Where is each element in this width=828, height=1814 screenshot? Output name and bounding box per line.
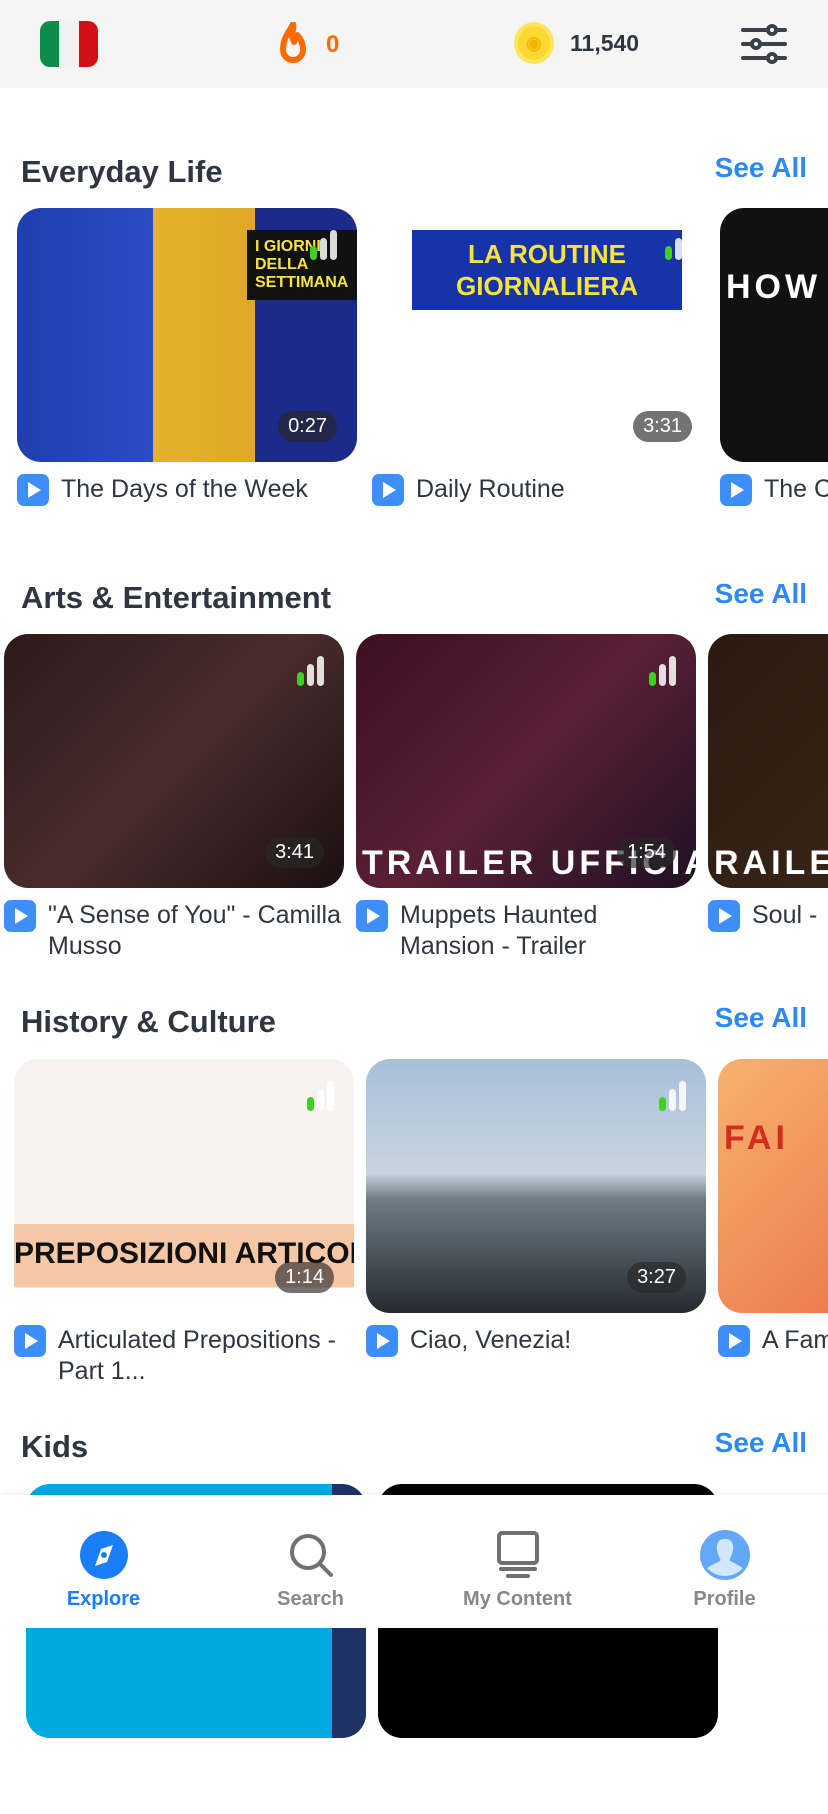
video-title[interactable]: The Days of the Week	[17, 474, 357, 506]
see-all-button[interactable]: See All	[715, 1427, 807, 1459]
settings-sliders-icon[interactable]	[740, 24, 788, 64]
thumbnail-text: LA ROUTINE GIORNALIERA	[412, 230, 682, 310]
nav-label: Profile	[693, 1588, 756, 1610]
thumbnail-text: HOW I IN	[726, 268, 828, 306]
video-card[interactable]: PREPOSIZIONI ARTICOLATE1:14 Articulated P…	[14, 1059, 354, 1387]
play-icon	[17, 474, 49, 506]
thumbnail-text: I GIORNI DELLA SETTIMANA	[247, 230, 357, 300]
nav-label: Search	[277, 1588, 344, 1610]
see-all-button[interactable]: See All	[715, 1002, 807, 1034]
coin-icon: ◉	[514, 22, 554, 64]
video-thumbnail[interactable]: I GIORNI DELLA SETTIMANA 0:27	[17, 208, 357, 462]
section-title: History & Culture	[21, 1004, 276, 1039]
carousel[interactable]: 3:41 "A Sense of You" - Camilla Musso TRAI…	[0, 634, 828, 964]
nav-label: Explore	[66, 1588, 141, 1610]
see-all-button[interactable]: See All	[715, 578, 807, 610]
bottom-nav: Explore Search My Content Profile	[0, 1495, 828, 1628]
nav-my-content[interactable]: My Content	[414, 1495, 621, 1628]
section-title: Arts & Entertainment	[21, 580, 332, 615]
profile-avatar-icon	[699, 1530, 750, 1580]
video-title[interactable]: Ciao, Venezia!	[366, 1325, 706, 1357]
thumbnail-text: RAILER	[714, 844, 828, 882]
carousel[interactable]: I GIORNI DELLA SETTIMANA 0:27 The Days of …	[0, 208, 828, 538]
play-icon	[356, 900, 388, 932]
difficulty-level-icon	[310, 230, 337, 260]
compass-icon	[79, 1530, 129, 1580]
video-thumbnail[interactable]: LA ROUTINE GIORNALIERA 3:31	[372, 208, 712, 462]
video-thumbnail[interactable]: FAI	[718, 1059, 828, 1313]
difficulty-level-icon	[659, 1081, 686, 1111]
video-duration: 1:54	[617, 837, 676, 868]
nav-search[interactable]: Search	[207, 1495, 414, 1628]
play-icon	[366, 1325, 398, 1357]
search-icon	[286, 1530, 336, 1580]
difficulty-level-icon	[297, 656, 324, 686]
video-title[interactable]: The C	[720, 474, 828, 506]
top-bar: 0 ◉ 11,540	[0, 0, 828, 88]
difficulty-level-icon	[307, 1081, 334, 1111]
play-icon	[720, 474, 752, 506]
video-card[interactable]: I GIORNI DELLA SETTIMANA 0:27 The Days of …	[17, 208, 357, 506]
video-title[interactable]: "A Sense of You" - Camilla Musso	[4, 900, 344, 962]
video-thumbnail[interactable]: RAILER	[708, 634, 828, 888]
video-title[interactable]: Daily Routine	[372, 474, 712, 506]
video-duration: 0:27	[278, 411, 337, 442]
video-card[interactable]: 3:27 Ciao, Venezia!	[366, 1059, 706, 1357]
play-icon	[718, 1325, 750, 1357]
video-title[interactable]: A Fam	[718, 1325, 828, 1357]
section-title: Everyday Life	[21, 154, 223, 189]
nav-explore[interactable]: Explore	[0, 1495, 207, 1628]
difficulty-level-icon	[649, 656, 676, 686]
flame-icon	[280, 22, 306, 63]
video-thumbnail[interactable]: HOW I IN	[720, 208, 828, 462]
italy-flag-icon[interactable]	[40, 21, 98, 67]
play-icon	[14, 1325, 46, 1357]
coin-balance[interactable]: ◉ 11,540	[514, 22, 639, 64]
nav-profile[interactable]: Profile	[621, 1495, 828, 1628]
video-thumbnail[interactable]: TRAILER UFFICIALE1:54	[356, 634, 696, 888]
difficulty-level-icon	[665, 230, 692, 260]
play-icon	[372, 474, 404, 506]
see-all-button[interactable]: See All	[715, 152, 807, 184]
video-title[interactable]: Articulated Prepositions - Part 1...	[14, 1325, 354, 1387]
video-duration: 3:31	[633, 411, 692, 442]
streak-counter[interactable]: 0	[274, 22, 339, 68]
carousel[interactable]: PREPOSIZIONI ARTICOLATE1:14 Articulated P…	[0, 1059, 828, 1389]
thumbnail-text: FAI	[724, 1119, 789, 1157]
video-duration: 1:14	[275, 1262, 334, 1293]
video-thumbnail[interactable]: 3:41	[4, 634, 344, 888]
video-thumbnail[interactable]: PREPOSIZIONI ARTICOLATE1:14	[14, 1059, 354, 1313]
video-title[interactable]: Soul -	[708, 900, 828, 932]
my-content-icon	[493, 1530, 543, 1580]
video-card[interactable]: 3:41 "A Sense of You" - Camilla Musso	[4, 634, 344, 962]
play-icon	[708, 900, 740, 932]
streak-count: 0	[326, 31, 340, 58]
video-duration: 3:27	[627, 1262, 686, 1293]
video-card[interactable]: FAI A Fam	[718, 1059, 828, 1357]
coin-count: 11,540	[570, 29, 640, 56]
video-title[interactable]: Muppets Haunted Mansion - Trailer	[356, 900, 696, 962]
video-card[interactable]: LA ROUTINE GIORNALIERA 3:31 Daily Routine	[372, 208, 712, 506]
video-thumbnail[interactable]: 3:27	[366, 1059, 706, 1313]
section-title: Kids	[21, 1429, 89, 1464]
video-duration: 3:41	[265, 837, 324, 868]
play-icon	[4, 900, 36, 932]
video-card[interactable]: TRAILER UFFICIALE1:54 Muppets Haunted Man…	[356, 634, 696, 962]
video-card[interactable]: HOW I IN The C	[720, 208, 828, 506]
nav-label: My Content	[463, 1588, 572, 1610]
video-card[interactable]: RAILER Soul -	[708, 634, 828, 932]
